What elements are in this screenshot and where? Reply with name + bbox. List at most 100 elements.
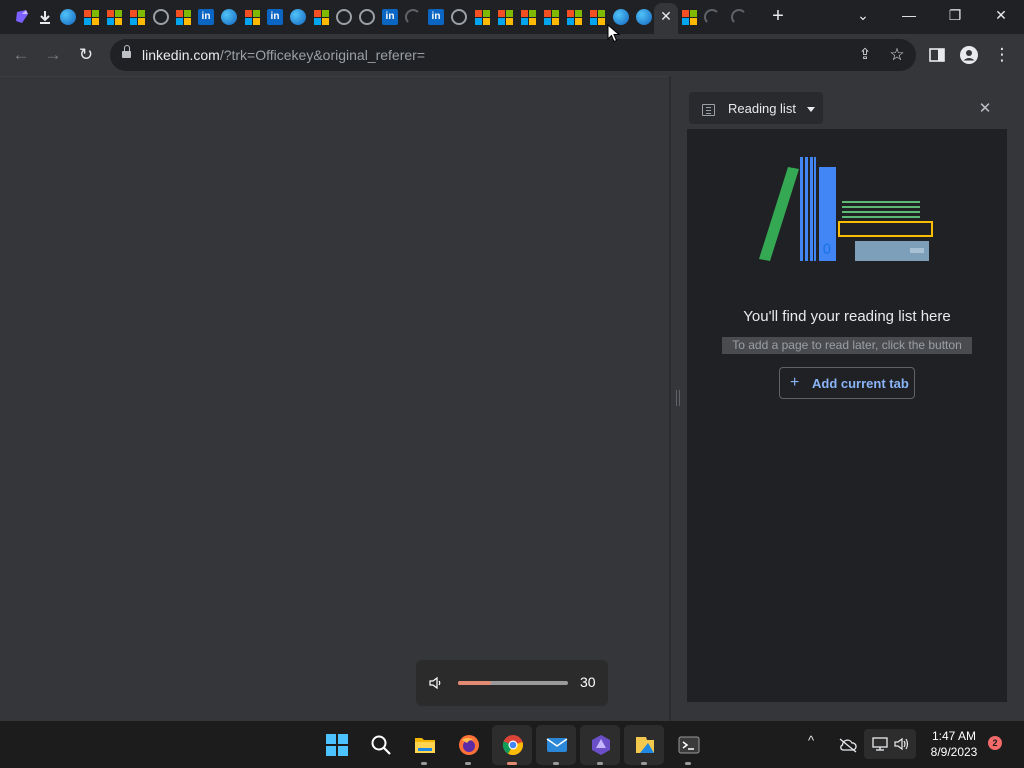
microsoft-icon[interactable]: [497, 9, 513, 25]
bookmark-star-icon[interactable]: ☆: [884, 42, 910, 68]
loading-icon[interactable]: [731, 9, 747, 25]
linkedin-icon[interactable]: in: [428, 9, 444, 25]
back-button[interactable]: ←: [8, 42, 34, 68]
volume-slider[interactable]: [458, 681, 568, 685]
taskbar-mail[interactable]: [536, 725, 576, 765]
microsoft-icon[interactable]: [106, 9, 122, 25]
browser-toolbar: ← → ↻ linkedin.com/?trk=Officekey&origin…: [0, 34, 1024, 76]
edge-icon[interactable]: [221, 9, 237, 25]
microsoft-icon[interactable]: [543, 9, 559, 25]
taskbar-firefox[interactable]: [448, 725, 488, 765]
forward-button[interactable]: →: [40, 42, 66, 68]
microsoft-icon[interactable]: [520, 9, 536, 25]
microsoft-icon[interactable]: [175, 9, 191, 25]
taskbar-file-explorer[interactable]: [404, 725, 444, 765]
reading-list-dropdown[interactable]: Reading list: [689, 92, 823, 124]
running-indicator: [553, 762, 559, 765]
reload-button[interactable]: ↻: [73, 42, 99, 68]
cloud-offline-icon[interactable]: [838, 737, 858, 753]
empty-state-title: You'll find your reading list here: [743, 308, 951, 325]
system-clock[interactable]: 1:47 AM 8/9/2023: [920, 728, 988, 760]
add-current-tab-label: Add current tab: [812, 376, 909, 391]
resize-handle[interactable]: [676, 390, 680, 406]
microsoft-icon[interactable]: [83, 9, 99, 25]
empty-state-subtitle: To add a page to read later, click the b…: [722, 337, 972, 354]
file-explorer-icon: [415, 738, 435, 753]
loading-icon[interactable]: [704, 9, 720, 25]
globe-icon[interactable]: [359, 9, 375, 25]
terminal-icon: [678, 736, 700, 754]
edge-icon[interactable]: [60, 9, 76, 25]
globe-icon[interactable]: [336, 9, 352, 25]
edge-icon[interactable]: [290, 9, 306, 25]
app-icon[interactable]: [14, 9, 30, 25]
close-window-button[interactable]: ✕: [978, 0, 1024, 32]
search-icon: [371, 735, 391, 755]
microsoft-icon[interactable]: [474, 9, 490, 25]
clock-time: 1:47 AM: [931, 729, 977, 743]
new-tab-button[interactable]: +: [768, 6, 788, 26]
volume-flyout: 30: [416, 660, 608, 706]
linkedin-icon[interactable]: in: [382, 9, 398, 25]
chrome-icon: [502, 735, 523, 756]
microsoft-icon[interactable]: [566, 9, 582, 25]
close-side-panel-icon[interactable]: ✕: [976, 100, 994, 118]
edge-icon[interactable]: [613, 9, 629, 25]
globe-icon[interactable]: [153, 9, 169, 25]
url-text[interactable]: linkedin.com/?trk=Officekey&original_ref…: [142, 47, 425, 63]
taskbar-terminal[interactable]: [668, 725, 708, 765]
edge-icon[interactable]: [636, 9, 652, 25]
taskbar-visual-studio[interactable]: [580, 725, 620, 765]
network-icon: [872, 737, 888, 751]
restore-button[interactable]: ❐: [932, 0, 978, 32]
loading-icon[interactable]: [405, 9, 421, 25]
taskbar-file-manager[interactable]: [624, 725, 664, 765]
globe-icon[interactable]: [451, 9, 467, 25]
running-indicator: [465, 762, 471, 765]
illustration-label: 0: [823, 242, 832, 258]
minimize-button[interactable]: —: [886, 0, 932, 32]
lock-icon[interactable]: [122, 45, 131, 60]
speaker-icon[interactable]: [428, 675, 444, 691]
microsoft-icon[interactable]: [313, 9, 329, 25]
active-indicator: [507, 762, 517, 765]
taskbar-chrome[interactable]: [492, 725, 532, 765]
share-icon[interactable]: ⇪: [852, 42, 878, 68]
url-path: /?trk=Officekey&original_referer=: [219, 47, 426, 63]
side-panel-header: Reading list ✕: [687, 89, 1007, 129]
visual-studio-icon: [592, 735, 610, 755]
microsoft-icon[interactable]: [681, 9, 697, 25]
microsoft-icon[interactable]: [129, 9, 145, 25]
close-tab-icon[interactable]: ✕: [659, 9, 673, 23]
start-button[interactable]: [316, 725, 356, 765]
reading-list-label: Reading list: [728, 101, 796, 116]
side-panel-icon[interactable]: [924, 42, 950, 68]
tab-search-button[interactable]: ⌄: [840, 0, 886, 32]
tray-overflow-chevron-icon[interactable]: ^: [808, 733, 814, 748]
browser-window: in in in in ✕ + ⌄ — ❐ ✕ ← → ↻ linkedin.c…: [0, 0, 1024, 768]
download-icon[interactable]: [37, 9, 53, 25]
search-button[interactable]: [360, 725, 400, 765]
url-host: linkedin.com: [142, 47, 220, 63]
quick-settings-button[interactable]: [864, 729, 916, 759]
volume-level: 30: [580, 674, 596, 690]
tab-strip: in in in in ✕ + ⌄ — ❐ ✕: [0, 0, 1024, 34]
add-current-tab-button[interactable]: + Add current tab: [779, 367, 915, 399]
taskbar: ^ 1:47 AM 8/9/2023 2: [0, 721, 1024, 768]
running-indicator: [685, 762, 691, 765]
linkedin-icon[interactable]: in: [267, 9, 283, 25]
address-bar[interactable]: linkedin.com/?trk=Officekey&original_ref…: [110, 39, 916, 71]
page-content[interactable]: [0, 76, 670, 721]
caret-down-icon: [807, 107, 815, 112]
running-indicator: [421, 762, 427, 765]
microsoft-icon[interactable]: [589, 9, 605, 25]
books-illustration-icon: 0: [759, 157, 933, 261]
microsoft-icon[interactable]: [244, 9, 260, 25]
linkedin-icon[interactable]: in: [198, 9, 214, 25]
windows-start-icon: [326, 734, 348, 756]
menu-icon[interactable]: ⋮: [989, 42, 1015, 68]
notification-badge[interactable]: 2: [988, 736, 1002, 750]
profile-avatar-icon[interactable]: [956, 42, 982, 68]
running-indicator: [597, 762, 603, 765]
file-manager-icon: [636, 737, 654, 753]
